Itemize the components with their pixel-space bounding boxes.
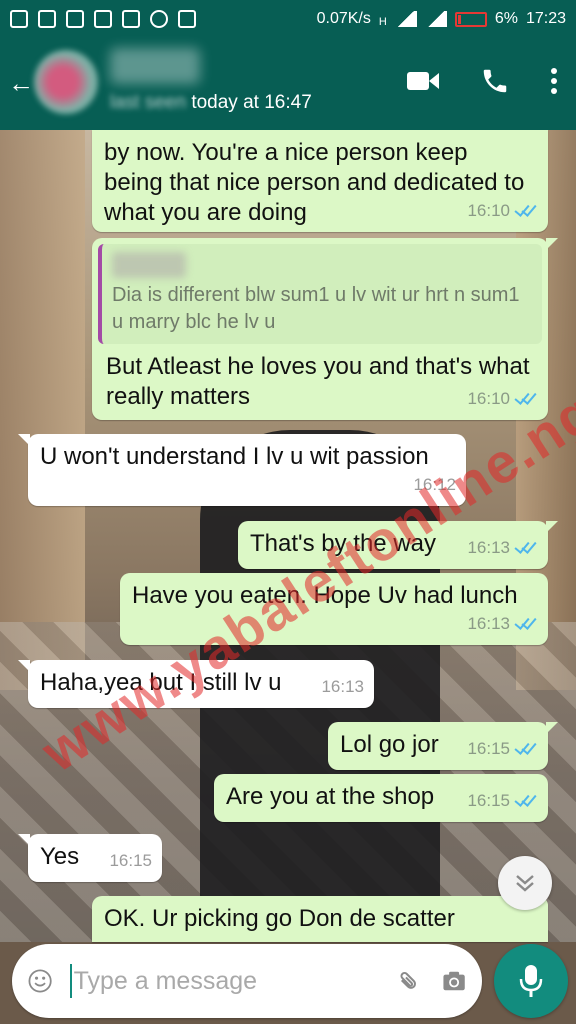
chat-notification-icon [66, 10, 84, 28]
message-text: U won't understand I lv u wit passion [40, 443, 429, 470]
signal-icon [394, 11, 417, 27]
message-time: 16:12 [413, 475, 456, 494]
message-time: 16:13 [467, 538, 510, 557]
notification-icons [10, 10, 196, 28]
read-receipt-icon [514, 204, 538, 218]
contact-avatar[interactable] [34, 50, 98, 114]
quoted-sender-blurred [112, 252, 186, 278]
message-text: OK. Ur picking go Don de scatter [104, 905, 455, 932]
read-receipt-icon [514, 794, 538, 808]
more-options-icon[interactable] [550, 67, 558, 95]
read-receipt-icon [514, 392, 538, 406]
shield-icon [38, 10, 56, 28]
video-call-icon[interactable] [406, 69, 440, 93]
battery-level: 6% [494, 10, 518, 27]
message-bubble[interactable]: Are you at the shop 16:15 [214, 774, 548, 822]
message-bubble[interactable]: OK. Ur picking go Don de scatter [92, 896, 548, 942]
message-bubble[interactable]: by now. You're a nice person keep being … [92, 130, 548, 232]
last-seen-time: today at 16:47 [191, 92, 312, 113]
message-time: 16:15 [467, 791, 510, 810]
network-speed: 0.07K/s [316, 10, 371, 27]
read-receipt-icon [514, 617, 538, 631]
image-icon [94, 10, 112, 28]
scroll-down-icon [516, 875, 534, 892]
battery-icon [454, 11, 487, 27]
read-receipt-icon [514, 742, 538, 756]
quoted-message[interactable]: Dia is different blw sum1 u lv wit ur hr… [98, 244, 542, 344]
message-text: Haha,yea but I still lv u [40, 669, 282, 696]
message-bubble[interactable]: Haha,yea but I still lv u 16:13 [18, 660, 374, 708]
message-bubble[interactable]: Yes 16:15 [18, 834, 162, 882]
text-cursor [70, 964, 72, 998]
read-receipt-icon [514, 541, 538, 555]
voice-call-icon[interactable] [480, 66, 510, 96]
wallpaper-arch-left [0, 130, 85, 690]
camera-icon[interactable] [442, 966, 466, 996]
message-composer [12, 944, 482, 1018]
alert-icon [10, 10, 28, 28]
message-text: Have you eaten. Hope Uv had lunch [132, 582, 518, 609]
signal-type: H [378, 16, 387, 28]
message-bubble[interactable]: Dia is different blw sum1 u lv wit ur hr… [92, 238, 558, 420]
signal-icon-2 [424, 11, 447, 27]
quoted-text: Dia is different blw sum1 u lv wit ur hr… [112, 284, 520, 333]
message-time: 16:13 [321, 677, 364, 696]
last-seen-prefix: last seen [110, 92, 187, 113]
last-seen: last seen today at 16:47 [110, 92, 312, 114]
voice-message-button[interactable] [494, 944, 568, 1018]
message-bubble[interactable]: Have you eaten. Hope Uv had lunch 16:13 [120, 573, 548, 645]
chat-header: ← last seen today at 16:47 [0, 38, 576, 130]
instagram-icon [178, 10, 196, 28]
message-bubble[interactable]: That's by the way 16:13 [238, 521, 558, 569]
message-bubble[interactable]: U won't understand I lv u wit passion 16… [18, 434, 466, 506]
message-time: 16:13 [467, 614, 510, 633]
message-bubble[interactable]: Lol go jor 16:15 [328, 722, 558, 770]
clock: 17:23 [525, 10, 566, 27]
emoji-icon[interactable] [28, 964, 52, 998]
message-input[interactable] [73, 966, 396, 996]
app-icon [150, 10, 168, 28]
scroll-to-bottom-button[interactable] [498, 856, 552, 910]
back-arrow-icon[interactable]: ← [8, 68, 34, 99]
message-time: 16:10 [467, 201, 510, 220]
mic-icon [519, 965, 543, 997]
message-time: 16:10 [467, 389, 510, 408]
status-bar: 0.07K/s H 6% 17:23 [0, 0, 576, 38]
message-time: 16:15 [467, 739, 510, 758]
message-time: 16:15 [109, 851, 152, 870]
message-icon [122, 10, 140, 28]
contact-name-blurred[interactable] [110, 48, 200, 84]
